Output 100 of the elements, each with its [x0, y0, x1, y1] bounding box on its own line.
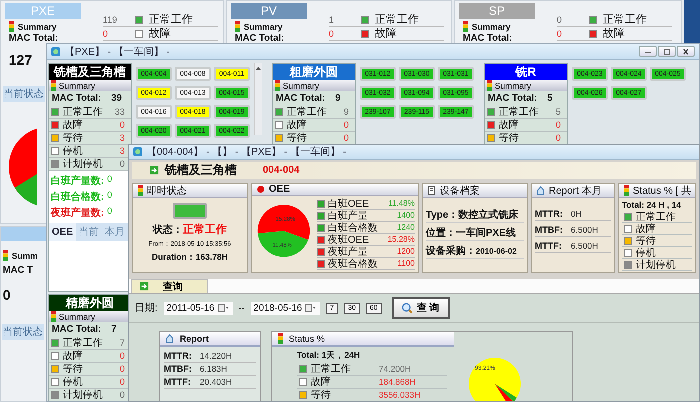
status-count: 33 [114, 107, 126, 117]
shift-label: 夜班产量数: [51, 206, 104, 220]
date-field[interactable]: 2011-05-16 [164, 302, 233, 314]
summary-label: Summary [495, 80, 532, 90]
card-title: Status % [ 共 [633, 184, 692, 198]
status-count: 3 [120, 146, 126, 156]
mac-total-value: 0 [2, 287, 11, 303]
tab[interactable]: OEE [49, 223, 76, 241]
mac-total-label: MAC Total: [276, 93, 326, 104]
legend-label: 白班OEE [328, 198, 370, 210]
mac-total-value: 9 [335, 93, 341, 104]
status-duration: 3556.033H [379, 390, 421, 400]
status-label: 计划停机 [636, 258, 676, 272]
calendar-dropdown-icon [305, 304, 318, 312]
legend-value: 11.48% [388, 199, 415, 208]
window-title: 【PXE】 - 【一车间】 - [65, 46, 170, 58]
panel-title: Report [180, 334, 209, 344]
status-count: 0 [120, 159, 126, 169]
status-count: 0 [103, 28, 110, 38]
minimize-button[interactable] [639, 46, 657, 57]
summary-label: Summary [244, 22, 283, 32]
scrollbar[interactable] [254, 63, 262, 135]
total-label: Total: 1天，24H [297, 350, 362, 362]
signal-light-icon [235, 21, 240, 32]
search-icon [402, 302, 413, 314]
signal-light-icon [487, 80, 492, 91]
status-label: 正常工作 [499, 106, 539, 119]
maximize-button[interactable] [658, 46, 676, 57]
arrow-box-icon [150, 166, 159, 175]
status-count: 0 [556, 120, 562, 130]
mac-total-label: MAC Total: [8, 33, 58, 44]
status-label: 故障 [636, 222, 656, 236]
legend-value: 15.28% [388, 235, 415, 244]
signal-light-icon [275, 80, 280, 91]
status-label: 正常工作 [311, 362, 352, 376]
metric-label: MTBF: [535, 225, 564, 235]
status-label: 正常工作 [287, 106, 327, 119]
group-title: 铣槽及三角槽 [49, 64, 131, 80]
calendar-dropdown-icon [218, 304, 230, 312]
house-icon [537, 186, 545, 195]
group-title: 精磨外圆 [49, 295, 131, 311]
close-icon [681, 48, 691, 54]
signal-light-icon [624, 185, 629, 196]
field-value: 数控立式铣床 [458, 208, 519, 222]
metric-value: 6.500H [571, 241, 598, 251]
date-separator: -- [238, 303, 245, 313]
status-count: 0 [120, 120, 126, 130]
summary-label: Summary [59, 312, 96, 322]
group-name: 铣槽及三角槽 [165, 162, 237, 179]
close-button[interactable] [677, 46, 695, 57]
tab[interactable]: 当前状态 [2, 324, 44, 340]
query-tab[interactable]: 查询 [131, 279, 208, 293]
status-count: 0 [120, 377, 126, 387]
status-label: 故障 [149, 26, 171, 41]
signal-light-icon [138, 185, 143, 196]
panel-title: SP [459, 3, 535, 19]
scroll-up-icon [255, 66, 262, 71]
legend-label: 夜班OEE [328, 234, 370, 246]
status-count: 119 [103, 14, 118, 24]
signal-light-icon [51, 311, 56, 322]
mac-total-label: MAC Total: [234, 33, 284, 44]
summary-label: Summary [283, 80, 320, 90]
machine-id: 004-004 [263, 165, 300, 176]
status-label: 故障 [287, 118, 307, 132]
search-button[interactable]: 查 询 [392, 297, 450, 319]
status-count: 7 [120, 338, 126, 348]
date-field[interactable]: 2018-05-16 [250, 302, 320, 314]
metric-label: MTBF: [164, 364, 193, 374]
duration: Duration：163.78H [152, 252, 228, 264]
status-count: 0 [557, 14, 564, 24]
metric-label: MTTR: [535, 209, 564, 219]
window-title: 【004-004】 - 【】 - 【PXE】 - 【一车间】 - [147, 146, 346, 159]
metric-value: 20.403H [200, 377, 232, 387]
tab[interactable]: 当前状态 [3, 86, 45, 102]
shift-label: 白班产量数: [51, 174, 104, 188]
status-count: 0 [329, 28, 336, 38]
status-label: 计划停机 [63, 158, 103, 171]
metric-label: MTTF: [535, 241, 563, 251]
app-icon [51, 46, 61, 56]
signal-light-icon [9, 21, 14, 32]
status-label: 正常工作 [63, 336, 103, 350]
status-label: 等待 [63, 132, 83, 145]
card-title: OEE [269, 184, 290, 195]
shift-value: 0 [107, 174, 112, 186]
status-count: 0 [556, 133, 562, 143]
metric-label: MTTR: [164, 351, 193, 361]
status-count: 0 [120, 364, 126, 374]
signal-light-icon [278, 333, 283, 344]
status-duration: 184.868H [379, 377, 416, 387]
field-label: Type： [426, 210, 459, 222]
status-label: 等待 [287, 132, 307, 145]
status-duration: 74.200H [379, 364, 412, 374]
metric-value: 6.500H [571, 225, 598, 235]
legend-value: 1400 [397, 211, 415, 220]
total-label: Total: 24 H , 14 [622, 200, 682, 210]
shift-value: 0 [107, 206, 112, 218]
maximize-icon [662, 48, 672, 54]
group-title: 粗磨外圆 [273, 64, 355, 80]
status-label: 故障 [499, 118, 519, 132]
pie-slice [258, 205, 310, 240]
